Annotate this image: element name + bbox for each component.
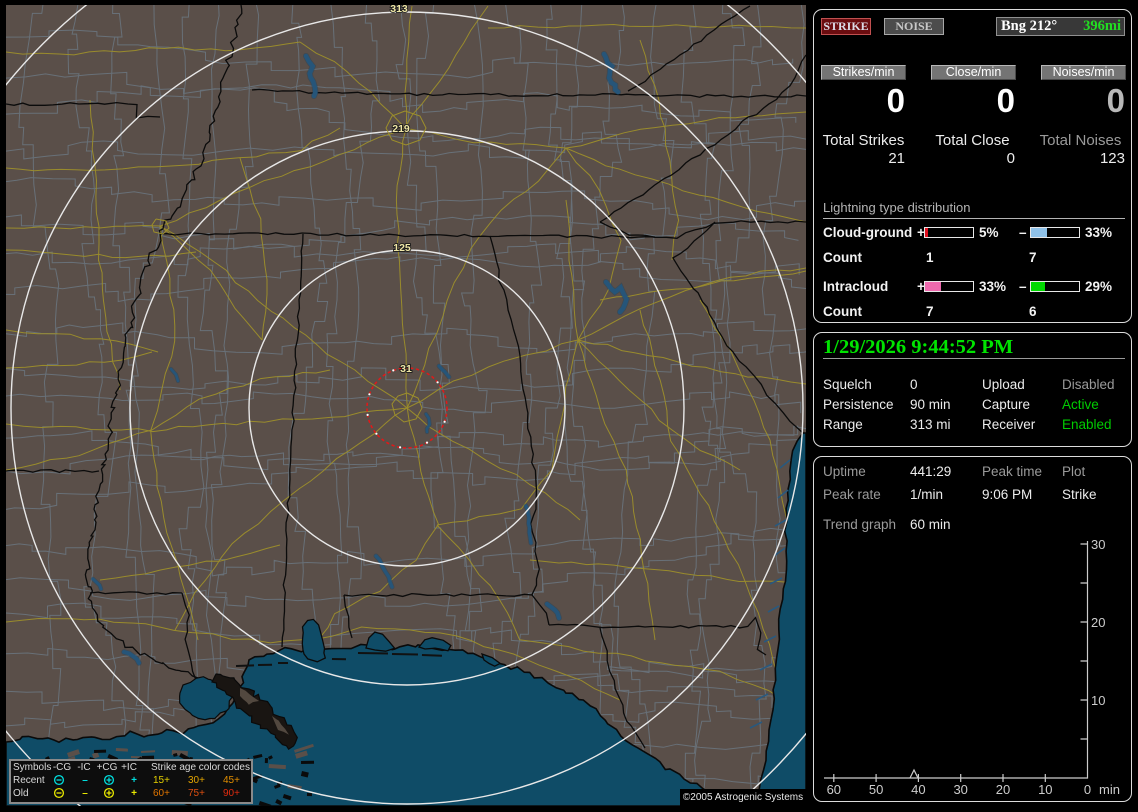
svg-text:min: min — [1099, 782, 1120, 797]
svg-text:0: 0 — [1084, 782, 1091, 797]
svg-text:40: 40 — [911, 782, 925, 797]
svg-text:10: 10 — [1091, 693, 1105, 708]
svg-text:60: 60 — [827, 782, 841, 797]
svg-text:20: 20 — [1091, 615, 1105, 630]
svg-text:20: 20 — [996, 782, 1010, 797]
svg-text:31: 31 — [400, 363, 412, 375]
svg-text:30: 30 — [953, 782, 967, 797]
svg-text:219: 219 — [392, 123, 410, 135]
svg-text:30: 30 — [1091, 537, 1105, 552]
svg-text:125: 125 — [393, 242, 411, 254]
svg-text:10: 10 — [1038, 782, 1052, 797]
svg-text:313: 313 — [390, 5, 408, 15]
svg-text:50: 50 — [869, 782, 883, 797]
